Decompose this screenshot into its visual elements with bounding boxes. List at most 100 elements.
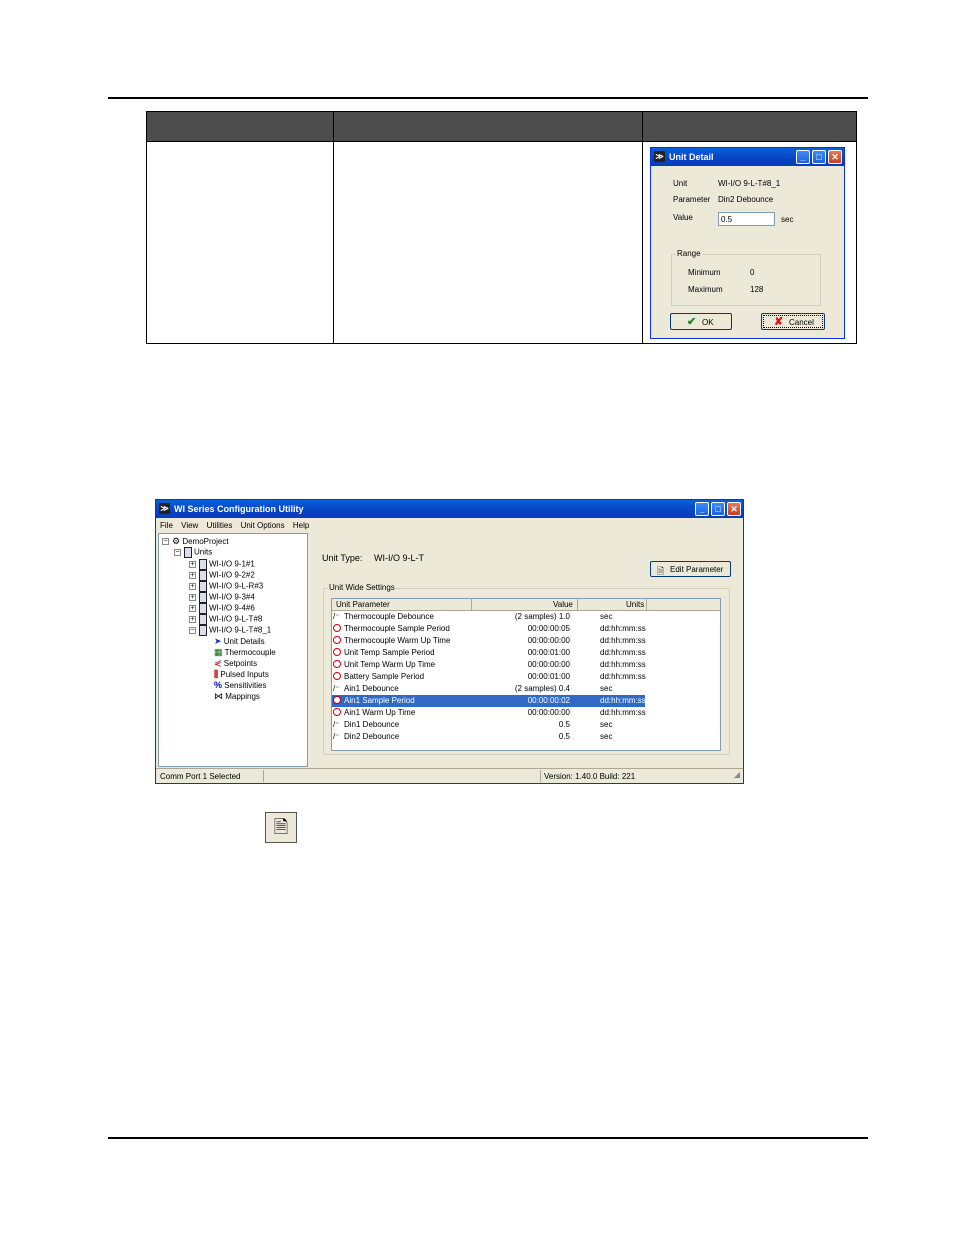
debounce-icon: /⁻	[333, 684, 340, 693]
edit-parameter-button[interactable]: 🗎 Edit Parameter	[650, 561, 731, 577]
arrow-icon: ➤	[214, 636, 222, 646]
row-parameter: Battery Sample Period	[344, 672, 425, 681]
value-label: Value	[673, 213, 693, 222]
unit-icon	[199, 570, 207, 581]
ok-label: OK	[702, 318, 714, 327]
row-units: dd:hh:mm:ss	[600, 660, 646, 669]
footer-rule	[108, 1137, 868, 1139]
table-row[interactable]: Ain1 Warm Up Time 00:00:00:00 dd:hh:mm:ss	[332, 707, 646, 719]
menu-file[interactable]: File	[160, 521, 173, 530]
table-row[interactable]: /⁻ Din1 Debounce 0.5 sec	[332, 719, 645, 731]
thermocouple-icon: ▦	[214, 647, 223, 657]
table-row[interactable]: Ain1 Sample Period 00:00:00:02 dd:hh:mm:ss	[332, 695, 646, 707]
tree-unit[interactable]: + WI-I/O 9-4#6	[189, 603, 255, 614]
tree-unit-label: WI-I/O 9-3#4	[209, 592, 255, 602]
config-utility-window: ≫ WI Series Configuration Utility _ □ ✕ …	[155, 499, 744, 784]
unit-icon	[199, 625, 207, 636]
clock-icon	[333, 660, 341, 670]
close-button[interactable]: ✕	[828, 150, 842, 164]
collapse-icon[interactable]: −	[162, 538, 169, 546]
table-row[interactable]: Unit Temp Warm Up Time 00:00:00:00 dd:hh:m…	[332, 659, 646, 671]
menu-unit-options[interactable]: Unit Options	[241, 521, 285, 530]
column-units[interactable]: Units	[626, 600, 644, 609]
tree-child-mappings[interactable]: ⋈ Mappings	[214, 691, 260, 702]
row-value: 00:00:00:00	[527, 708, 570, 717]
column-unit-parameter[interactable]: Unit Parameter	[336, 600, 390, 609]
table-row[interactable]: /⁻ Ain1 Debounce (2 samples) 0.4 sec	[332, 683, 645, 695]
expand-icon[interactable]: +	[189, 561, 196, 568]
table-row[interactable]: Battery Sample Period 00:00:01:00 dd:hh:mm…	[332, 671, 646, 683]
minimum-value: 0	[750, 268, 755, 277]
column-divider	[646, 599, 647, 610]
column-value[interactable]: Value	[553, 600, 573, 609]
status-comm-port: Comm Port 1 Selected	[160, 772, 241, 781]
clock-icon	[333, 636, 341, 646]
tree-child-setpoints[interactable]: ⋞ Setpoints	[214, 658, 257, 669]
parameter-label: Parameter	[673, 195, 711, 204]
table-row[interactable]: Thermocouple Sample Period 00:00:00:05 dd:…	[332, 623, 646, 635]
value-unit: sec	[781, 215, 794, 224]
unit-type-value: WI-I/O 9-L-T	[374, 553, 424, 563]
tree-root[interactable]: − ⚙ DemoProject	[162, 536, 229, 547]
tree-unit[interactable]: + WI-I/O 9-L-R#3	[189, 581, 263, 592]
header-rule	[108, 97, 868, 99]
minimize-button[interactable]: _	[695, 502, 709, 516]
row-value: 00:00:00:00	[527, 660, 570, 669]
row-units: dd:hh:mm:ss	[600, 672, 646, 681]
cancel-button[interactable]: ✘ Cancel	[761, 313, 825, 330]
unit-icon	[199, 559, 207, 570]
tree-child-thermocouple[interactable]: ▦ Thermocouple	[214, 647, 276, 658]
maximum-label: Maximum	[688, 285, 723, 294]
table-row[interactable]: /⁻ Din2 Debounce 0.5 sec	[332, 731, 645, 743]
maximize-button[interactable]: □	[812, 150, 826, 164]
collapse-icon[interactable]: −	[174, 549, 181, 556]
tree-child-unit-details[interactable]: ➤ Unit Details	[214, 636, 265, 647]
maximum-value: 128	[750, 285, 764, 294]
status-version: Version: 1.40.0 Build: 221	[544, 772, 636, 781]
minimize-button[interactable]: _	[796, 150, 810, 164]
unit-icon	[199, 581, 207, 592]
table-row[interactable]: /⁻ Thermocouple Debounce (2 samples) 1.0 se…	[332, 611, 645, 623]
table-row[interactable]: Thermocouple Warm Up Time 00:00:00:00 dd:h…	[332, 635, 646, 647]
tree-unit-label: WI-I/O 9-L-T#8	[209, 614, 263, 624]
row-value: 00:00:00:05	[527, 624, 570, 633]
clock-icon	[333, 672, 341, 682]
ok-button[interactable]: ✔ OK	[670, 313, 732, 330]
unit-type-label: Unit Type:	[322, 553, 363, 563]
units-icon	[184, 547, 192, 558]
row-value: 0.5	[558, 732, 570, 741]
tree-unit[interactable]: + WI-I/O 9-2#2	[189, 570, 255, 581]
expand-icon[interactable]: +	[189, 605, 196, 612]
tree-child-pulsed-inputs[interactable]: ⫼ Pulsed Inputs	[214, 669, 269, 680]
tree-child-label: Thermocouple	[224, 648, 276, 657]
expand-icon[interactable]: +	[189, 572, 196, 579]
row-units: sec	[600, 684, 613, 693]
expand-icon[interactable]: +	[189, 583, 196, 590]
tree-units[interactable]: − Units	[174, 547, 212, 558]
menu-bar: File View Utilities Unit Options Help	[160, 521, 315, 530]
tree-unit[interactable]: + WI-I/O 9-L-T#8	[189, 614, 262, 625]
tree-child-sensitivities[interactable]: % Sensitivities	[214, 680, 267, 690]
row-units: dd:hh:mm:ss	[600, 624, 646, 633]
x-icon: ✘	[774, 316, 784, 328]
menu-utilities[interactable]: Utilities	[207, 521, 233, 530]
table-row[interactable]: Unit Temp Sample Period 00:00:01:00 dd:hh:…	[332, 647, 646, 659]
tree-panel: − ⚙ DemoProject − Units + WI-I/O 9-1#1 + WI-…	[158, 533, 308, 767]
tree-unit-label: WI-I/O 9-L-R#3	[209, 581, 264, 591]
value-input[interactable]: 0.5	[718, 212, 775, 226]
tree-unit-selected[interactable]: − WI-I/O 9-L-T#8_1	[189, 625, 271, 636]
tree-unit[interactable]: + WI-I/O 9-1#1	[189, 559, 255, 570]
clock-icon	[333, 708, 341, 718]
maximize-button[interactable]: □	[711, 502, 725, 516]
tree-unit[interactable]: + WI-I/O 9-3#4	[189, 592, 255, 603]
tree-unit-label: WI-I/O 9-2#2	[209, 570, 255, 580]
list-header: Unit Parameter Value Units	[332, 599, 720, 611]
debounce-icon: /⁻	[333, 612, 340, 621]
collapse-icon[interactable]: −	[189, 627, 196, 634]
expand-icon[interactable]: +	[189, 616, 196, 623]
menu-help[interactable]: Help	[293, 521, 309, 530]
menu-view[interactable]: View	[181, 521, 198, 530]
close-button[interactable]: ✕	[727, 502, 741, 516]
resize-grip-icon[interactable]: ◢	[734, 770, 740, 779]
expand-icon[interactable]: +	[189, 594, 196, 601]
